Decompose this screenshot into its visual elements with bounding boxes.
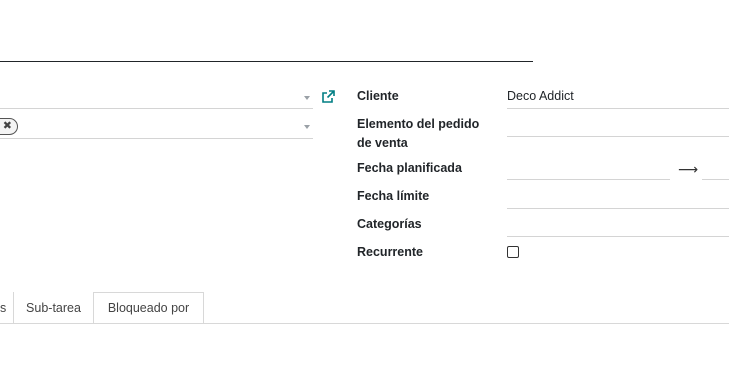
title-underline xyxy=(0,61,533,62)
left-field-2-underline xyxy=(0,138,313,139)
client-label: Cliente xyxy=(357,89,399,103)
planned-date-end-field[interactable] xyxy=(702,179,729,180)
sale-line-field[interactable] xyxy=(507,136,729,137)
client-field[interactable]: Deco Addict xyxy=(507,89,574,103)
tab-subtasks[interactable]: Sub-tarea xyxy=(14,292,94,323)
left-field-1-underline xyxy=(0,108,313,109)
sale-line-label-line2: de venta xyxy=(357,136,408,150)
external-link-icon[interactable] xyxy=(321,90,336,104)
tab-label: Sub-tarea xyxy=(26,300,81,315)
sale-line-label-line1: Elemento del pedido xyxy=(357,117,480,131)
tab-blocked-by[interactable]: Bloqueado por xyxy=(94,292,204,323)
planned-date-start-field[interactable] xyxy=(507,179,670,180)
deadline-label: Fecha límite xyxy=(357,189,430,203)
arrow-right-icon: ⟶ xyxy=(678,161,699,177)
tag-remove-icon[interactable]: ✖ xyxy=(3,121,12,132)
caret-down-icon[interactable] xyxy=(304,96,310,100)
client-field-underline xyxy=(507,108,729,109)
categories-field[interactable] xyxy=(507,236,729,237)
planned-date-label: Fecha planificada xyxy=(357,161,462,175)
tab-partial[interactable]: s xyxy=(0,292,14,323)
recurrent-checkbox[interactable] xyxy=(507,246,519,258)
sale-line-label: Elemento del pedido de venta xyxy=(357,115,479,153)
categories-label: Categorías xyxy=(357,217,422,231)
tabs-baseline xyxy=(0,323,729,324)
tab-label: Bloqueado por xyxy=(107,301,190,315)
tag-chip: ✖ xyxy=(0,118,18,135)
caret-down-icon[interactable] xyxy=(304,125,310,129)
recurrent-label: Recurrente xyxy=(357,245,423,259)
deadline-field[interactable] xyxy=(507,208,729,209)
tab-label: s xyxy=(0,300,7,315)
